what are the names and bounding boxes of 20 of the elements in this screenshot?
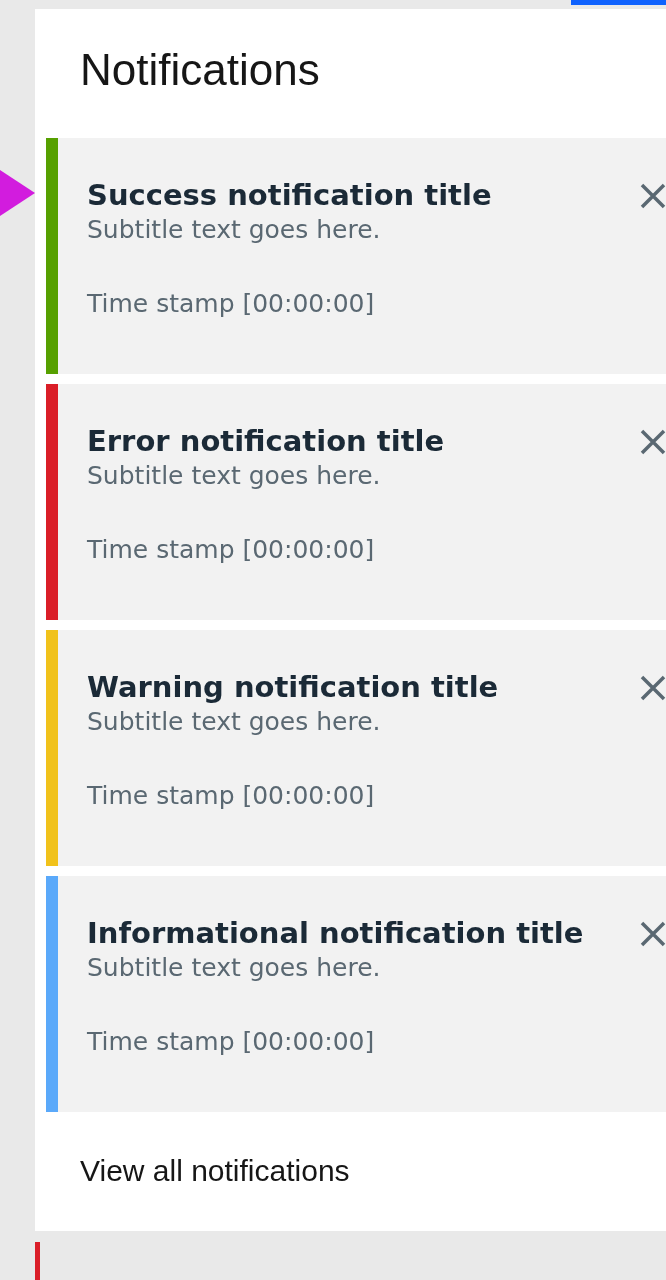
pointer-icon: [0, 170, 35, 216]
notification-subtitle: Subtitle text goes here.: [87, 460, 382, 492]
notification-timestamp: Time stamp [00:00:00]: [87, 534, 376, 566]
panel-title: Notifications: [80, 44, 320, 95]
notification-timestamp: Time stamp [00:00:00]: [87, 288, 376, 320]
view-all-link[interactable]: View all notifications: [80, 1153, 350, 1188]
notification-title: Success notification title: [87, 177, 493, 214]
notification-title: Warning notification title: [87, 669, 500, 706]
close-icon[interactable]: [639, 920, 666, 948]
notification-title: Informational notification title: [87, 915, 585, 952]
close-icon[interactable]: [639, 674, 666, 702]
notification-subtitle: Subtitle text goes here.: [87, 706, 382, 738]
notification-title: Error notification title: [87, 423, 446, 460]
close-icon[interactable]: [639, 182, 666, 210]
accent-bar: [35, 1242, 40, 1280]
notification-timestamp: Time stamp [00:00:00]: [87, 1026, 376, 1058]
notification-subtitle: Subtitle text goes here.: [87, 952, 382, 984]
notification-timestamp: Time stamp [00:00:00]: [87, 780, 376, 812]
close-icon[interactable]: [639, 428, 666, 456]
notification-subtitle: Subtitle text goes here.: [87, 214, 382, 246]
